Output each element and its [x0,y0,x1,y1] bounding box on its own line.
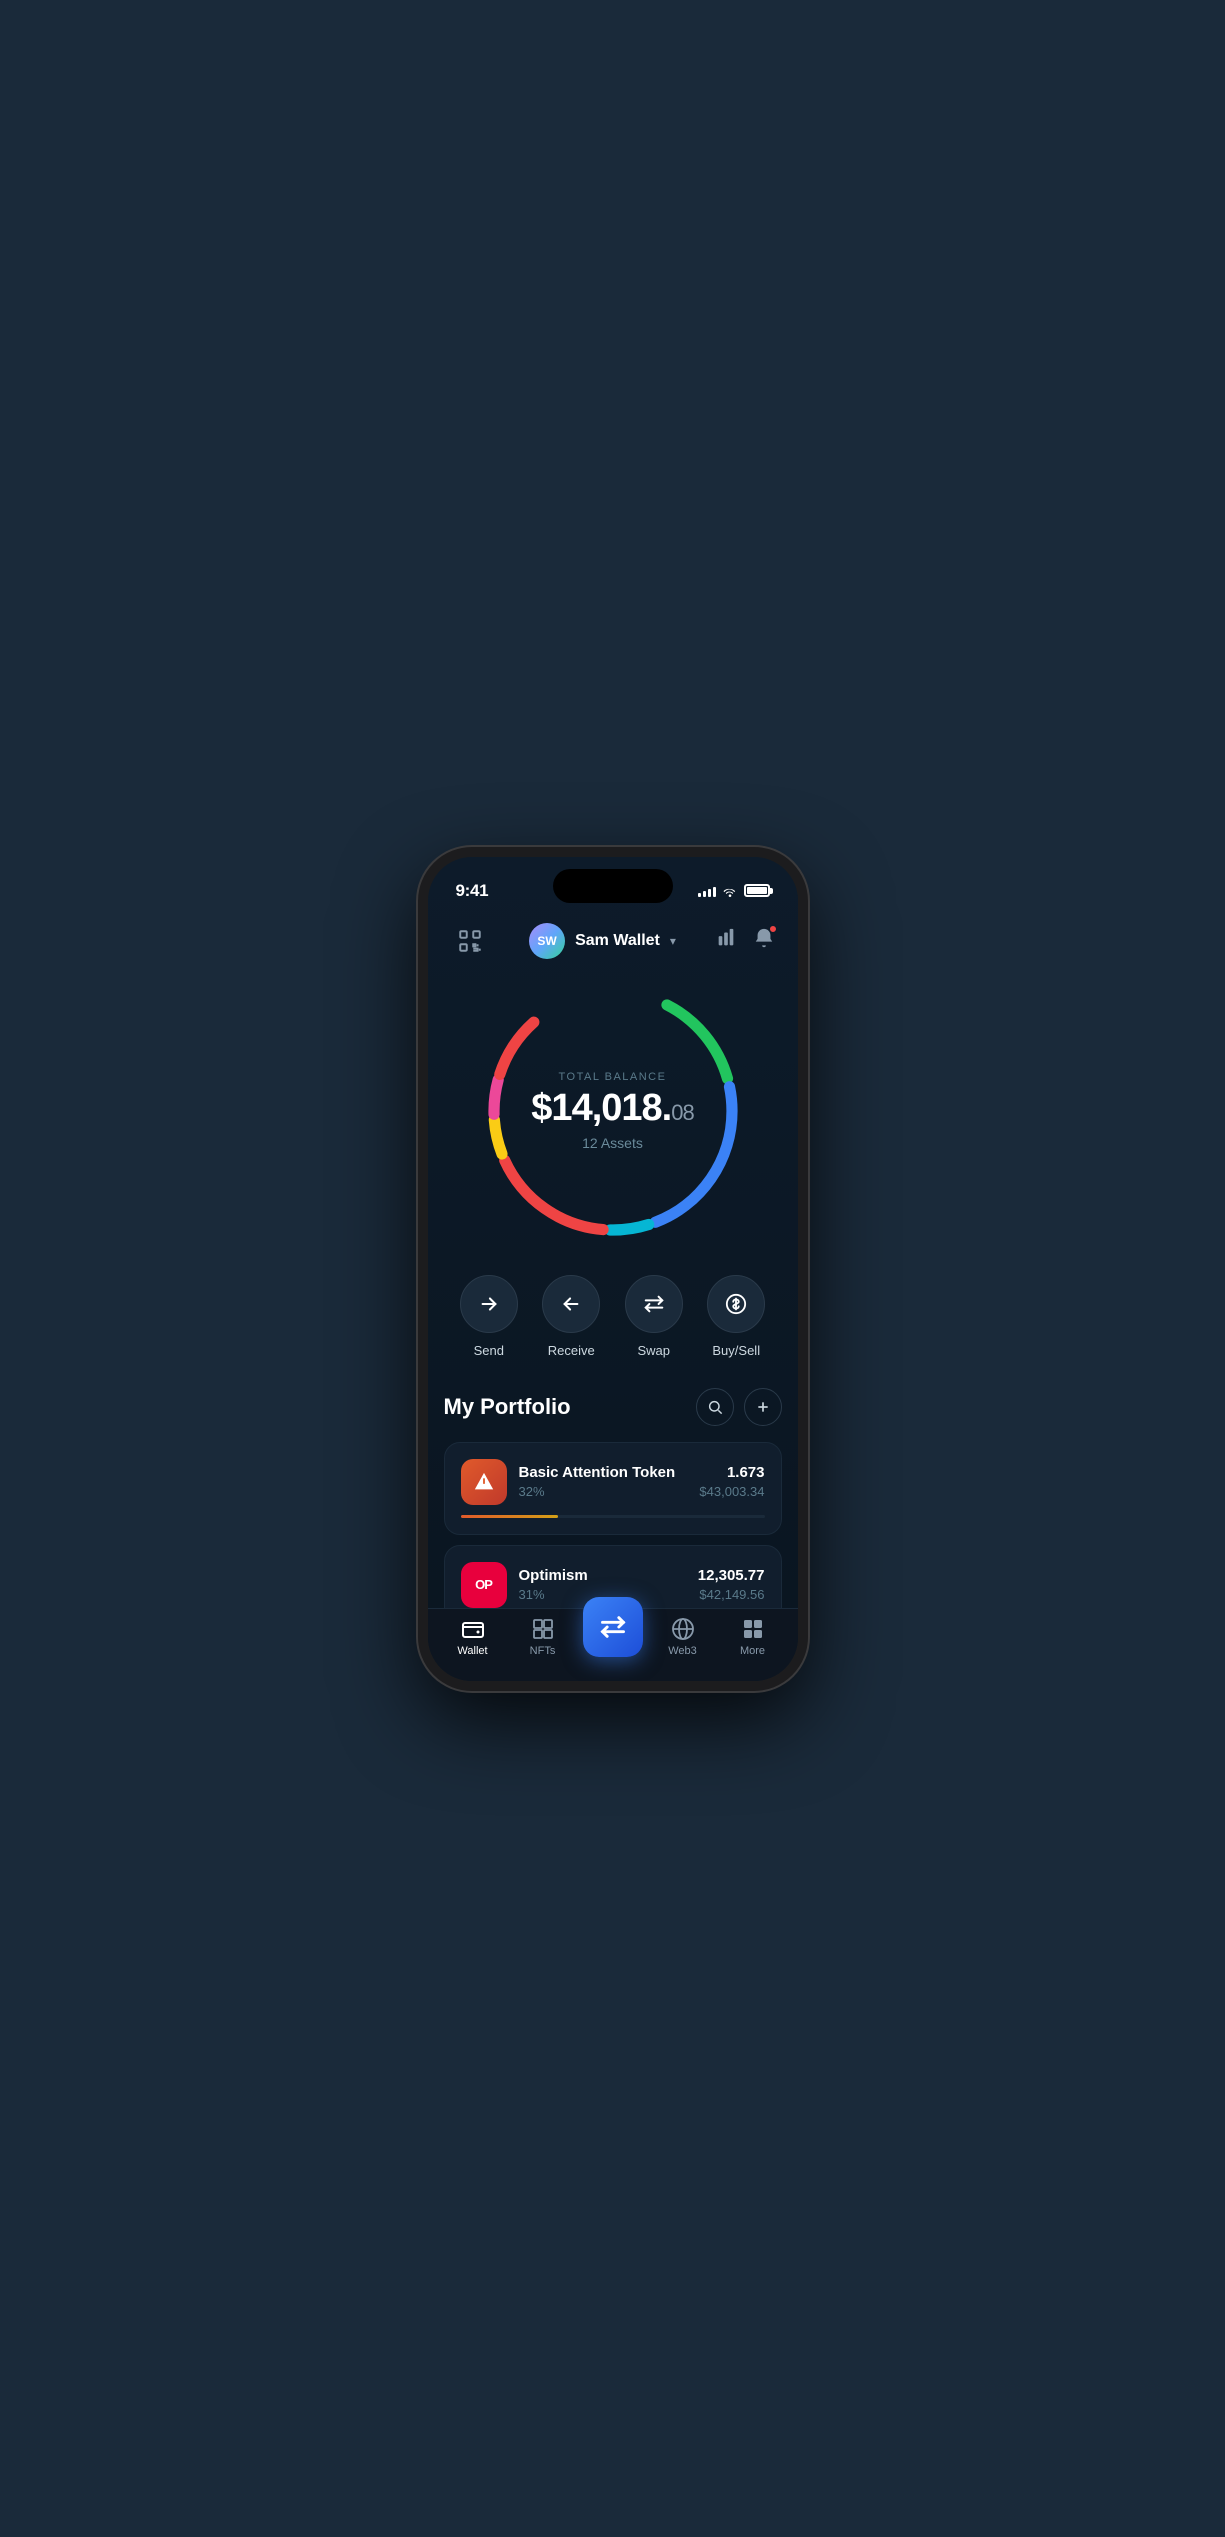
more-nav-icon [741,1617,765,1641]
signal-bar-4 [713,887,716,897]
battery-fill [747,887,767,894]
portfolio-actions [696,1388,782,1426]
chevron-down-icon: ▾ [670,934,676,948]
nav-more-label: More [740,1645,765,1657]
phone-screen: 9:41 [428,857,798,1681]
receive-label: Receive [548,1343,595,1358]
bat-token-amount: 1.673 [699,1464,764,1481]
nav-nfts[interactable]: NFTs [513,1617,573,1657]
op-token-usd: $42,149.56 [698,1587,765,1602]
notification-badge [769,925,777,933]
bat-token-usd: $43,003.34 [699,1484,764,1499]
phone-frame: 9:41 [418,847,808,1691]
bat-token-icon [461,1459,507,1505]
header-right-actions [715,927,775,955]
action-buttons: Send Receive [428,1251,798,1368]
send-label: Send [474,1343,504,1358]
portfolio-title: My Portfolio [444,1394,571,1420]
scan-button[interactable] [450,921,490,961]
send-icon-circle [460,1275,518,1333]
bottom-navigation: Wallet NFTs [428,1608,798,1681]
dynamic-island [553,869,673,903]
receive-icon-circle [542,1275,600,1333]
bat-token-info: Basic Attention Token 32% [519,1464,688,1499]
portfolio-search-button[interactable] [696,1388,734,1426]
status-time: 9:41 [456,881,489,901]
bat-token-percent: 32% [519,1484,688,1499]
balance-chart: TOTAL BALANCE $14,018.08 12 Assets [473,971,753,1251]
signal-bar-1 [698,893,701,897]
signal-bar-3 [708,889,711,897]
bat-token-values: 1.673 $43,003.34 [699,1464,764,1499]
status-icons [698,884,770,897]
bat-progress-fill [461,1515,558,1518]
balance-cents: 08 [671,1100,693,1125]
buysell-label: Buy/Sell [712,1343,760,1358]
portfolio-item-bat[interactable]: Basic Attention Token 32% 1.673 $43,003.… [444,1442,782,1535]
swap-label: Swap [637,1343,670,1358]
bat-token-name: Basic Attention Token [519,1464,688,1481]
receive-button[interactable]: Receive [542,1275,600,1358]
signal-bar-2 [703,891,706,897]
balance-amount: $14,018.08 [531,1089,693,1127]
nfts-nav-icon [531,1617,555,1641]
nav-web3[interactable]: Web3 [653,1617,713,1657]
nav-web3-label: Web3 [668,1645,697,1657]
buysell-button[interactable]: Buy/Sell [707,1275,765,1358]
op-token-amount: 12,305.77 [698,1567,765,1584]
buysell-icon-circle [707,1275,765,1333]
swap-icon-circle [625,1275,683,1333]
chart-center-content: TOTAL BALANCE $14,018.08 12 Assets [531,1071,693,1151]
nav-wallet-label: Wallet [457,1645,487,1657]
battery-icon [744,884,770,897]
total-balance-label: TOTAL BALANCE [531,1071,693,1083]
nav-wallet[interactable]: Wallet [443,1617,503,1657]
op-token-values: 12,305.77 $42,149.56 [698,1567,765,1602]
wallet-selector[interactable]: SW Sam Wallet ▾ [529,923,676,959]
wifi-icon [722,885,738,897]
send-button[interactable]: Send [460,1275,518,1358]
wallet-name: Sam Wallet [575,932,660,950]
bat-progress-bar [461,1515,765,1518]
user-avatar: SW [529,923,565,959]
portfolio-add-button[interactable] [744,1388,782,1426]
web3-nav-icon [671,1617,695,1641]
swap-button[interactable]: Swap [625,1275,683,1358]
chart-button[interactable] [715,927,737,955]
nav-nfts-label: NFTs [530,1645,556,1657]
app-header: SW Sam Wallet ▾ [428,911,798,961]
op-token-icon: OP [461,1562,507,1608]
center-action-icon [599,1613,627,1641]
wallet-nav-icon [461,1617,485,1641]
nav-more[interactable]: More [723,1617,783,1657]
bat-row: Basic Attention Token 32% 1.673 $43,003.… [461,1459,765,1505]
signal-bars-icon [698,885,716,897]
notifications-button[interactable] [753,927,775,955]
nav-center-action-button[interactable] [583,1597,643,1657]
op-token-name: Optimism [519,1567,686,1584]
portfolio-header: My Portfolio [444,1388,782,1426]
assets-count: 12 Assets [531,1135,693,1151]
